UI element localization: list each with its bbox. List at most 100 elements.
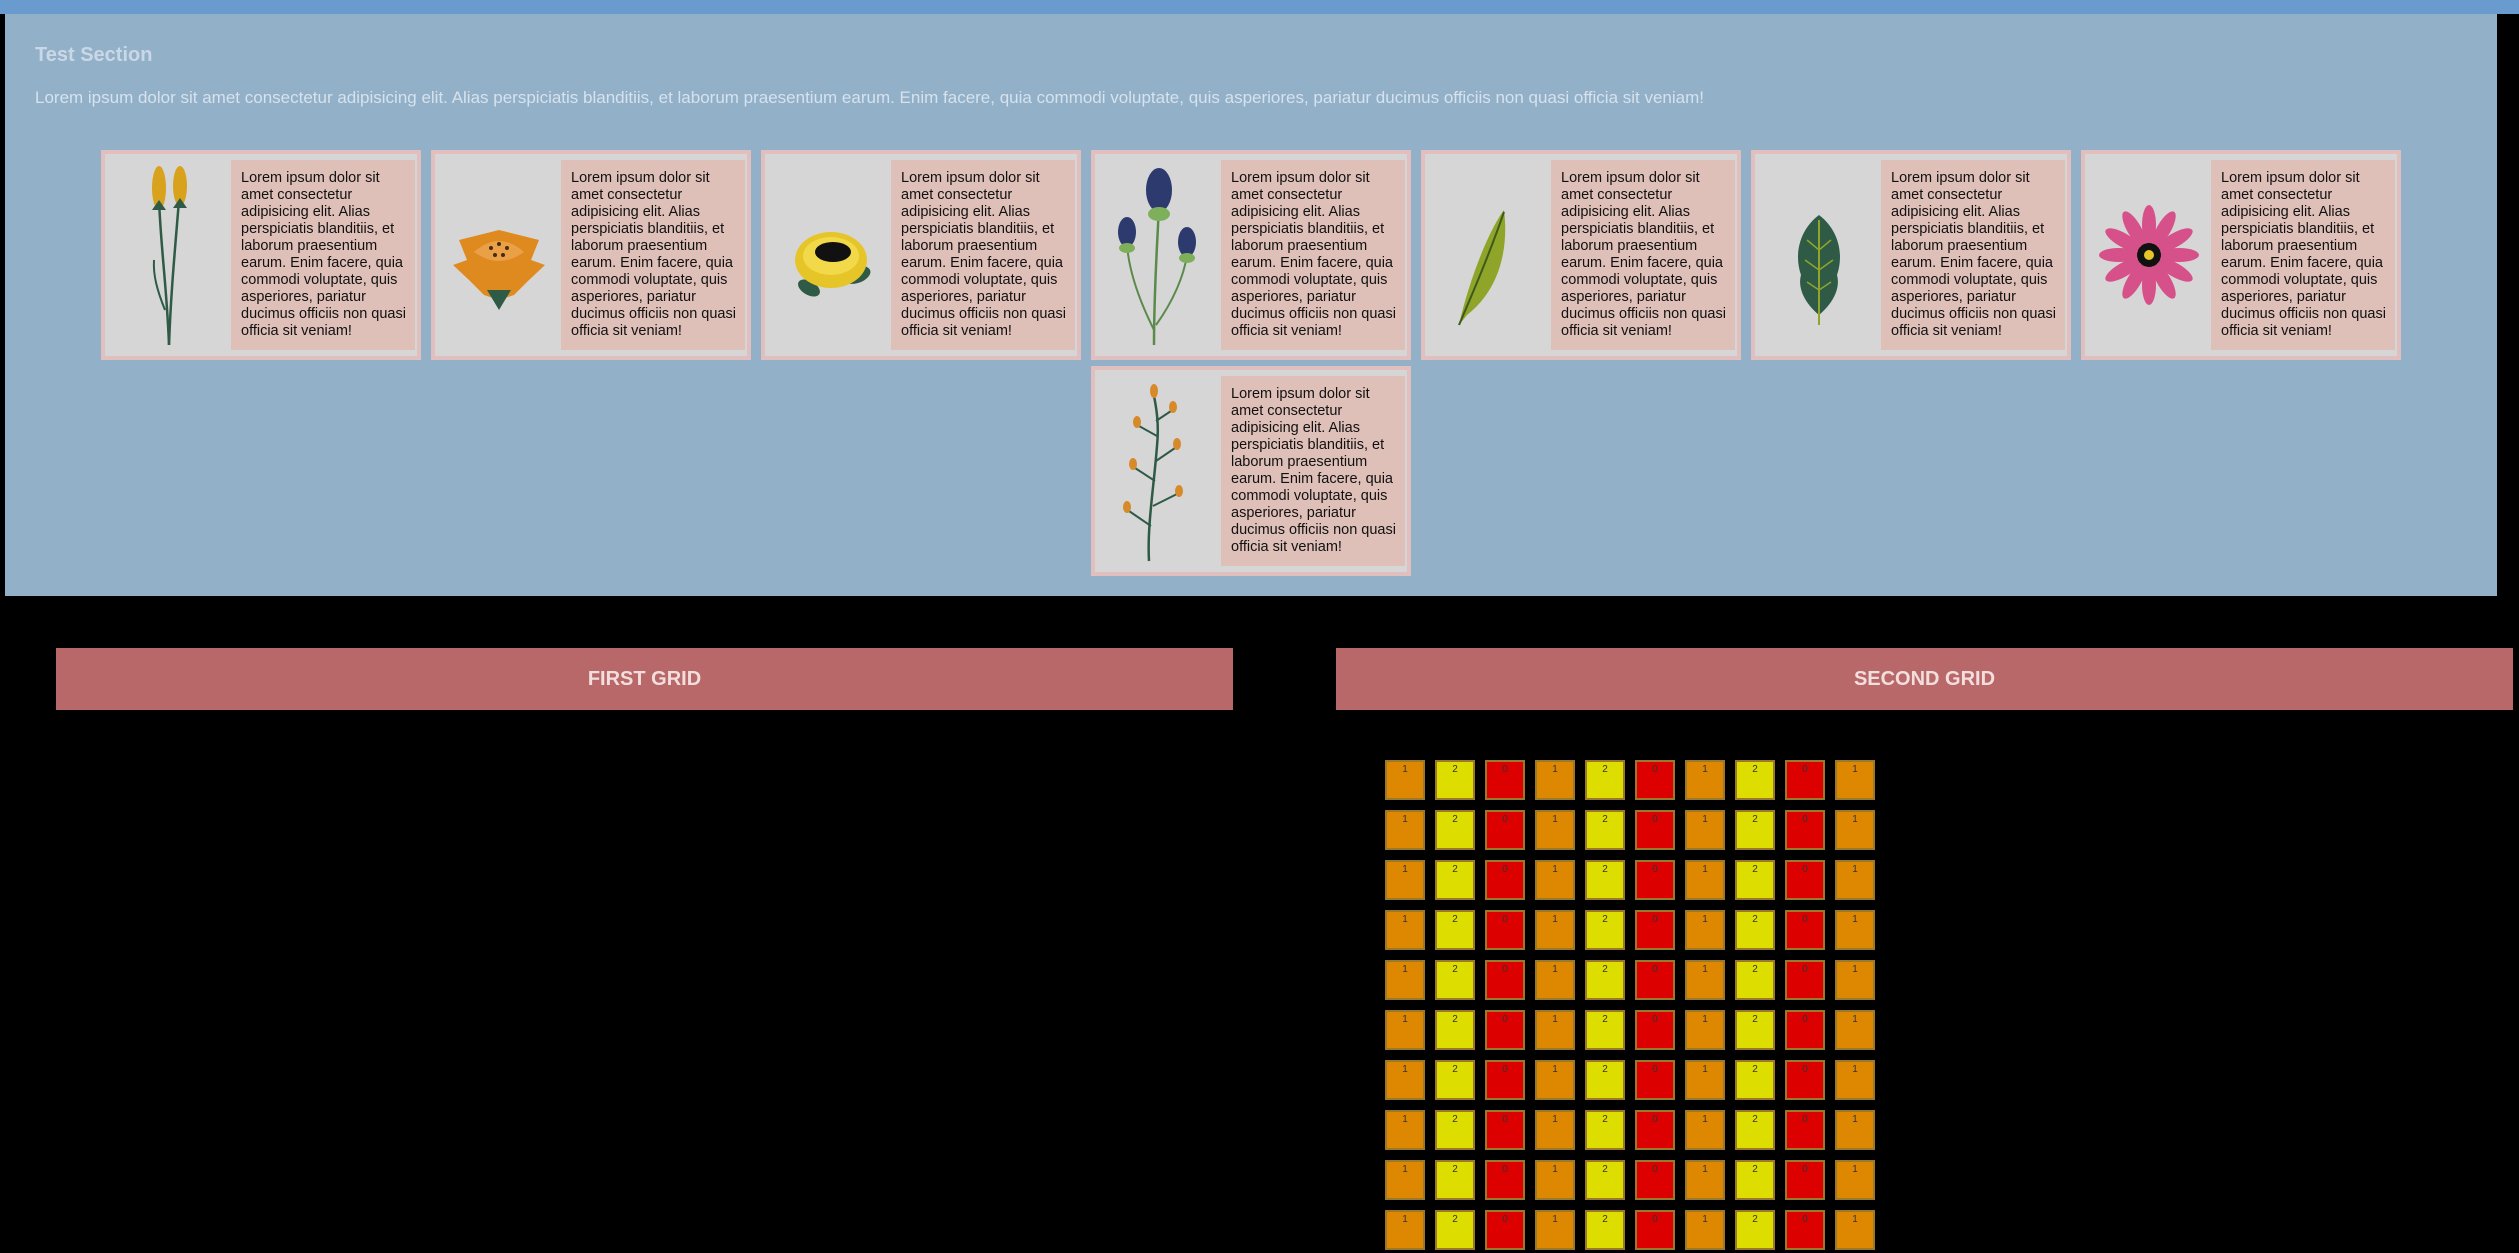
grid-cell[interactable]: 1 xyxy=(1385,810,1425,850)
grid-cell[interactable]: 2 xyxy=(1735,1210,1775,1250)
grid-cell[interactable]: 0 xyxy=(1485,1110,1525,1150)
grid-cell[interactable]: 1 xyxy=(1535,1060,1575,1100)
grid-cell[interactable]: 0 xyxy=(1635,810,1675,850)
grid-cell[interactable]: 0 xyxy=(1485,760,1525,800)
grid-cell[interactable]: 2 xyxy=(1435,810,1475,850)
grid-cell[interactable]: 2 xyxy=(1435,1110,1475,1150)
grid-cell[interactable]: 1 xyxy=(1685,1010,1725,1050)
grid-cell[interactable]: 0 xyxy=(1485,1010,1525,1050)
grid-cell[interactable]: 0 xyxy=(1485,860,1525,900)
grid-cell[interactable]: 1 xyxy=(1685,1160,1725,1200)
grid-cell[interactable]: 0 xyxy=(1635,910,1675,950)
grid-cell[interactable]: 0 xyxy=(1635,860,1675,900)
grid-cell[interactable]: 0 xyxy=(1785,1110,1825,1150)
grid-cell[interactable]: 0 xyxy=(1785,810,1825,850)
grid-cell[interactable]: 1 xyxy=(1835,960,1875,1000)
grid-cell[interactable]: 2 xyxy=(1435,760,1475,800)
grid-cell[interactable]: 2 xyxy=(1735,1060,1775,1100)
grid-cell[interactable]: 0 xyxy=(1635,1110,1675,1150)
grid-cell[interactable]: 1 xyxy=(1385,1010,1425,1050)
grid-cell[interactable]: 0 xyxy=(1485,910,1525,950)
grid-cell[interactable]: 1 xyxy=(1835,860,1875,900)
grid-cell[interactable]: 2 xyxy=(1585,860,1625,900)
grid-cell[interactable]: 2 xyxy=(1735,1110,1775,1150)
grid-cell[interactable]: 1 xyxy=(1535,910,1575,950)
grid-cell[interactable]: 1 xyxy=(1385,1160,1425,1200)
grid-cell[interactable]: 0 xyxy=(1485,1210,1525,1250)
grid-cell[interactable]: 1 xyxy=(1535,960,1575,1000)
grid-cell[interactable]: 2 xyxy=(1735,1160,1775,1200)
grid-cell[interactable]: 0 xyxy=(1785,1160,1825,1200)
grid-cell[interactable]: 1 xyxy=(1535,810,1575,850)
grid-cell[interactable]: 2 xyxy=(1735,760,1775,800)
grid-cell[interactable]: 0 xyxy=(1635,1010,1675,1050)
grid-cell[interactable]: 2 xyxy=(1585,910,1625,950)
grid-cell[interactable]: 2 xyxy=(1435,1210,1475,1250)
grid-cell[interactable]: 0 xyxy=(1485,960,1525,1000)
grid-cell[interactable]: 0 xyxy=(1785,1010,1825,1050)
grid-cell[interactable]: 2 xyxy=(1435,960,1475,1000)
grid-cell[interactable]: 1 xyxy=(1385,960,1425,1000)
grid-cell[interactable]: 1 xyxy=(1835,760,1875,800)
grid-cell[interactable]: 1 xyxy=(1385,1110,1425,1150)
grid-cell[interactable]: 2 xyxy=(1435,1160,1475,1200)
grid-cell[interactable]: 0 xyxy=(1485,1160,1525,1200)
grid-cell[interactable]: 1 xyxy=(1535,1210,1575,1250)
grid-cell[interactable]: 1 xyxy=(1535,1160,1575,1200)
grid-cell[interactable]: 2 xyxy=(1585,1060,1625,1100)
grid-cell[interactable]: 0 xyxy=(1635,760,1675,800)
grid-cell[interactable]: 1 xyxy=(1835,810,1875,850)
grid-cell[interactable]: 0 xyxy=(1785,1060,1825,1100)
grid-cell[interactable]: 1 xyxy=(1835,1160,1875,1200)
grid-cell[interactable]: 2 xyxy=(1585,1110,1625,1150)
grid-cell[interactable]: 1 xyxy=(1385,1060,1425,1100)
grid-cell[interactable]: 2 xyxy=(1735,810,1775,850)
grid-cell[interactable]: 2 xyxy=(1735,960,1775,1000)
grid-cell[interactable]: 1 xyxy=(1685,760,1725,800)
grid-cell[interactable]: 1 xyxy=(1685,1060,1725,1100)
grid-cell[interactable]: 2 xyxy=(1435,1010,1475,1050)
grid-cell[interactable]: 0 xyxy=(1785,860,1825,900)
grid-cell[interactable]: 2 xyxy=(1435,910,1475,950)
grid-cell[interactable]: 1 xyxy=(1385,760,1425,800)
grid-cell[interactable]: 2 xyxy=(1585,1160,1625,1200)
grid-cell[interactable]: 1 xyxy=(1685,960,1725,1000)
grid-cell[interactable]: 1 xyxy=(1835,1210,1875,1250)
grid-cell[interactable]: 2 xyxy=(1435,1060,1475,1100)
grid-cell[interactable]: 1 xyxy=(1385,910,1425,950)
grid-cell[interactable]: 1 xyxy=(1685,1210,1725,1250)
grid-cell[interactable]: 1 xyxy=(1835,1060,1875,1100)
grid-cell[interactable]: 2 xyxy=(1585,1010,1625,1050)
grid-cell[interactable]: 2 xyxy=(1735,860,1775,900)
grid-cell[interactable]: 1 xyxy=(1535,1010,1575,1050)
grid-cell[interactable]: 0 xyxy=(1635,960,1675,1000)
grid-cell[interactable]: 0 xyxy=(1785,760,1825,800)
grid-cell[interactable]: 0 xyxy=(1635,1160,1675,1200)
grid-cell[interactable]: 2 xyxy=(1585,1210,1625,1250)
grid-cell[interactable]: 1 xyxy=(1535,1110,1575,1150)
grid-cell[interactable]: 2 xyxy=(1735,1010,1775,1050)
grid-cell[interactable]: 1 xyxy=(1535,760,1575,800)
grid-cell[interactable]: 0 xyxy=(1785,1210,1825,1250)
grid-cell[interactable]: 1 xyxy=(1835,1110,1875,1150)
grid-cell[interactable]: 0 xyxy=(1785,910,1825,950)
grid-cell[interactable]: 1 xyxy=(1685,860,1725,900)
grid-cell[interactable]: 2 xyxy=(1585,810,1625,850)
grid-cell[interactable]: 1 xyxy=(1385,860,1425,900)
grid-cell[interactable]: 0 xyxy=(1785,960,1825,1000)
grid-cell[interactable]: 2 xyxy=(1585,760,1625,800)
grid-cell[interactable]: 0 xyxy=(1635,1060,1675,1100)
grid-cell[interactable]: 2 xyxy=(1585,960,1625,1000)
grid-cell[interactable]: 0 xyxy=(1485,1060,1525,1100)
grid-cell[interactable]: 1 xyxy=(1685,810,1725,850)
grid-cell[interactable]: 1 xyxy=(1835,910,1875,950)
grid-cell[interactable]: 2 xyxy=(1735,910,1775,950)
grid-cell[interactable]: 0 xyxy=(1635,1210,1675,1250)
grid-cell[interactable]: 0 xyxy=(1485,810,1525,850)
grid-cell[interactable]: 1 xyxy=(1685,910,1725,950)
grid-cell[interactable]: 1 xyxy=(1835,1010,1875,1050)
grid-cell[interactable]: 1 xyxy=(1385,1210,1425,1250)
grid-cell[interactable]: 1 xyxy=(1685,1110,1725,1150)
grid-cell[interactable]: 1 xyxy=(1535,860,1575,900)
grid-cell[interactable]: 2 xyxy=(1435,860,1475,900)
